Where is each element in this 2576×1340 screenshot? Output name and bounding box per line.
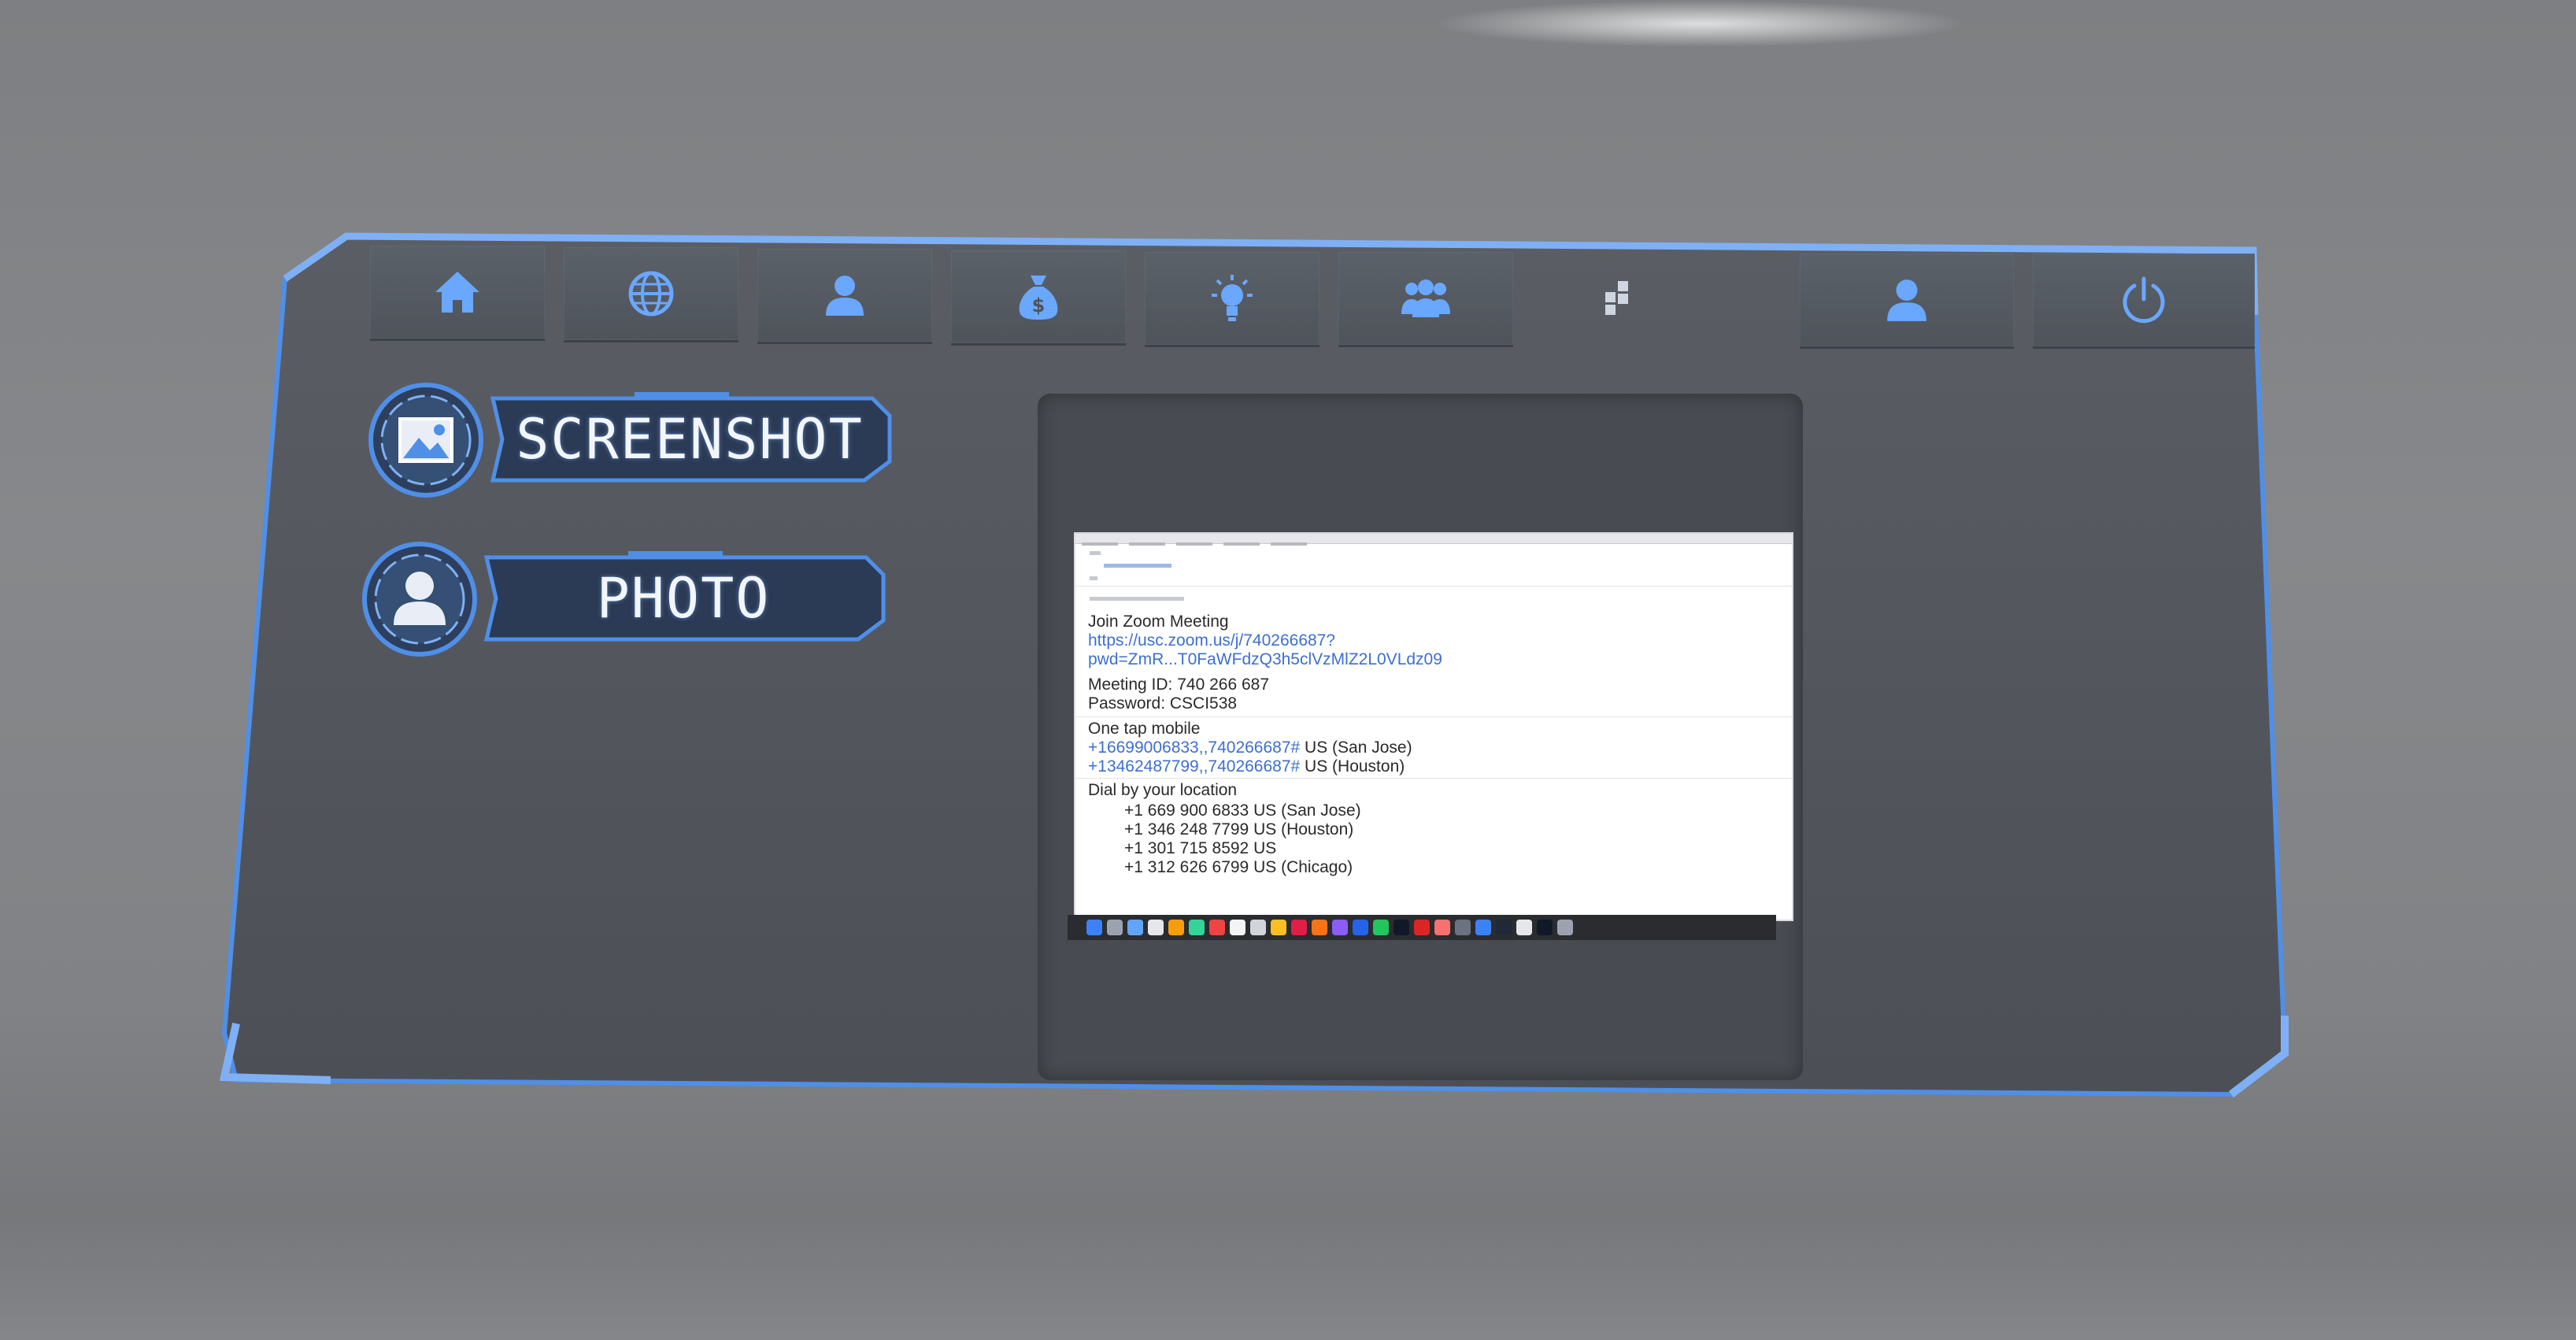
tap-location: US (San Jose) <box>1300 738 1412 757</box>
captured-rule <box>1075 586 1792 587</box>
nav-group-button[interactable] <box>1338 252 1513 347</box>
preview-one-tap: One tap mobile <box>1088 720 1201 738</box>
captured-placeholder <box>1104 564 1171 568</box>
photo-label: PHOTO <box>596 566 771 631</box>
captured-placeholder <box>1090 597 1184 601</box>
preview-password: Password: CSCI538 <box>1088 694 1238 713</box>
image-icon <box>368 383 483 498</box>
captured-dock <box>1068 915 1776 940</box>
preview-tap-line: +13462487799,,740266687# US (Houston) <box>1088 757 1405 776</box>
nav-apps-button[interactable] <box>1534 252 1708 345</box>
captured-menubar <box>1075 534 1792 546</box>
tap-number: +16699006833,,740266687# <box>1088 738 1301 757</box>
preview-link: pwd=ZmR...T0FaWFdzQ3h5clVzMlZ2L0VLdz09 <box>1088 650 1442 668</box>
screenshot-preview: Join Zoom Meeting https://usc.zoom.us/j/… <box>1038 394 1803 1080</box>
preview-dial-number: +1 301 715 8592 US <box>1124 839 1277 857</box>
person-icon <box>362 542 477 657</box>
screenshot-label: SCREENSHOT <box>516 407 864 472</box>
home-icon <box>435 272 479 313</box>
preview-heading: Join Zoom Meeting <box>1088 613 1229 631</box>
preview-tap-line: +16699006833,,740266687# US (San Jose) <box>1088 738 1412 757</box>
preview-link: https://usc.zoom.us/j/740266687? <box>1088 631 1336 650</box>
svg-text:$: $ <box>1032 294 1046 316</box>
nav-money-button[interactable]: $ <box>951 250 1126 346</box>
preview-dial-number: +1 346 248 7799 US (Houston) <box>1124 820 1354 838</box>
nav-power-button[interactable] <box>2033 254 2255 349</box>
user-icon <box>826 276 864 316</box>
nav-ideas-button[interactable] <box>1145 252 1319 347</box>
captured-screenshot: Join Zoom Meeting https://usc.zoom.us/j/… <box>1075 534 1792 920</box>
power-icon <box>2123 276 2165 324</box>
captured-placeholder <box>1090 551 1101 555</box>
preview-meeting-id: Meeting ID: 740 266 687 <box>1088 676 1269 694</box>
globe-icon <box>628 271 674 316</box>
preview-dial-heading: Dial by your location <box>1088 781 1238 799</box>
screenshot-button[interactable]: SCREENSHOT <box>367 381 934 499</box>
preview-dial-number: +1 312 626 6799 US (Chicago) <box>1124 858 1353 876</box>
captured-placeholder <box>1090 576 1097 580</box>
captured-rule <box>1075 778 1792 779</box>
nav-globe-button[interactable] <box>564 247 738 342</box>
lightbulb-icon <box>1212 275 1253 321</box>
tap-location: US (Houston) <box>1300 757 1405 775</box>
preview-dial-number: +1 669 900 6833 US (San Jose) <box>1124 801 1361 820</box>
nav-profile-button[interactable] <box>757 249 932 344</box>
nav-home-button[interactable] <box>370 246 545 341</box>
grid-icon <box>1605 281 1628 315</box>
tap-number: +13462487799,,740266687# <box>1088 757 1301 775</box>
nav-account-button[interactable] <box>1800 254 2014 349</box>
user-icon <box>1887 279 1926 321</box>
money-bag-icon: $ <box>1019 276 1058 320</box>
captured-rule <box>1075 716 1792 717</box>
group-icon <box>1401 279 1450 317</box>
photo-button[interactable]: PHOTO <box>361 540 927 658</box>
